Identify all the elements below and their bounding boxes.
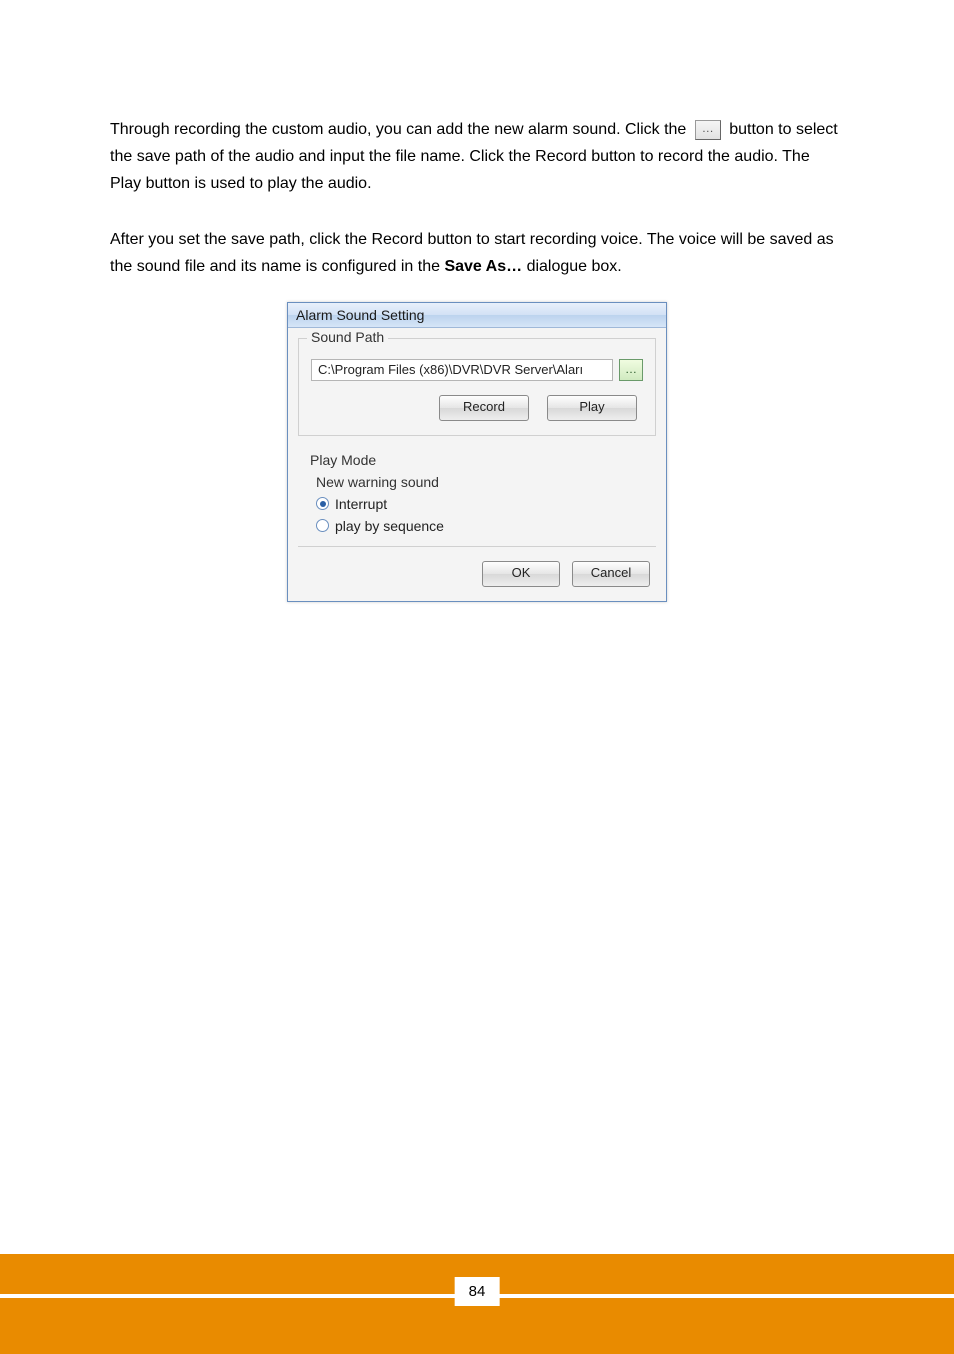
play-mode-legend: Play Mode [310, 452, 644, 468]
radio-icon [316, 497, 329, 510]
browse-inline-button: … [695, 120, 721, 140]
divider [298, 546, 656, 547]
dialog-title: Alarm Sound Setting [296, 307, 424, 323]
doc-paragraph-2: After you set the save path, click the R… [110, 226, 844, 280]
radio-sequence-label: play by sequence [335, 518, 444, 534]
play-mode-group: Play Mode New warning sound Interrupt pl… [298, 446, 656, 544]
play-mode-subtitle: New warning sound [316, 474, 644, 490]
cancel-button[interactable]: Cancel [572, 561, 650, 587]
record-button[interactable]: Record [439, 395, 529, 421]
radio-sequence[interactable]: play by sequence [316, 518, 644, 534]
page-number: 84 [455, 1277, 500, 1306]
dialog-titlebar: Alarm Sound Setting [288, 303, 666, 328]
sound-path-legend: Sound Path [307, 329, 388, 345]
ok-button[interactable]: OK [482, 561, 560, 587]
para1-text-a: Through recording the custom audio, you … [110, 121, 691, 138]
play-button[interactable]: Play [547, 395, 637, 421]
sound-path-group: Sound Path C:\Program Files (x86)\DVR\DV… [298, 338, 656, 436]
save-as-label: Save As… [444, 258, 522, 275]
doc-paragraph-1: Through recording the custom audio, you … [110, 116, 844, 198]
browse-button[interactable]: … [619, 359, 643, 381]
radio-interrupt-label: Interrupt [335, 496, 387, 512]
radio-icon [316, 519, 329, 532]
alarm-sound-setting-dialog: Alarm Sound Setting Sound Path C:\Progra… [287, 302, 667, 602]
page-footer: 84 [0, 1254, 954, 1354]
sound-path-input[interactable]: C:\Program Files (x86)\DVR\DVR Server\Al… [311, 359, 613, 381]
para2-text-b: dialogue box. [527, 258, 622, 275]
radio-interrupt[interactable]: Interrupt [316, 496, 644, 512]
